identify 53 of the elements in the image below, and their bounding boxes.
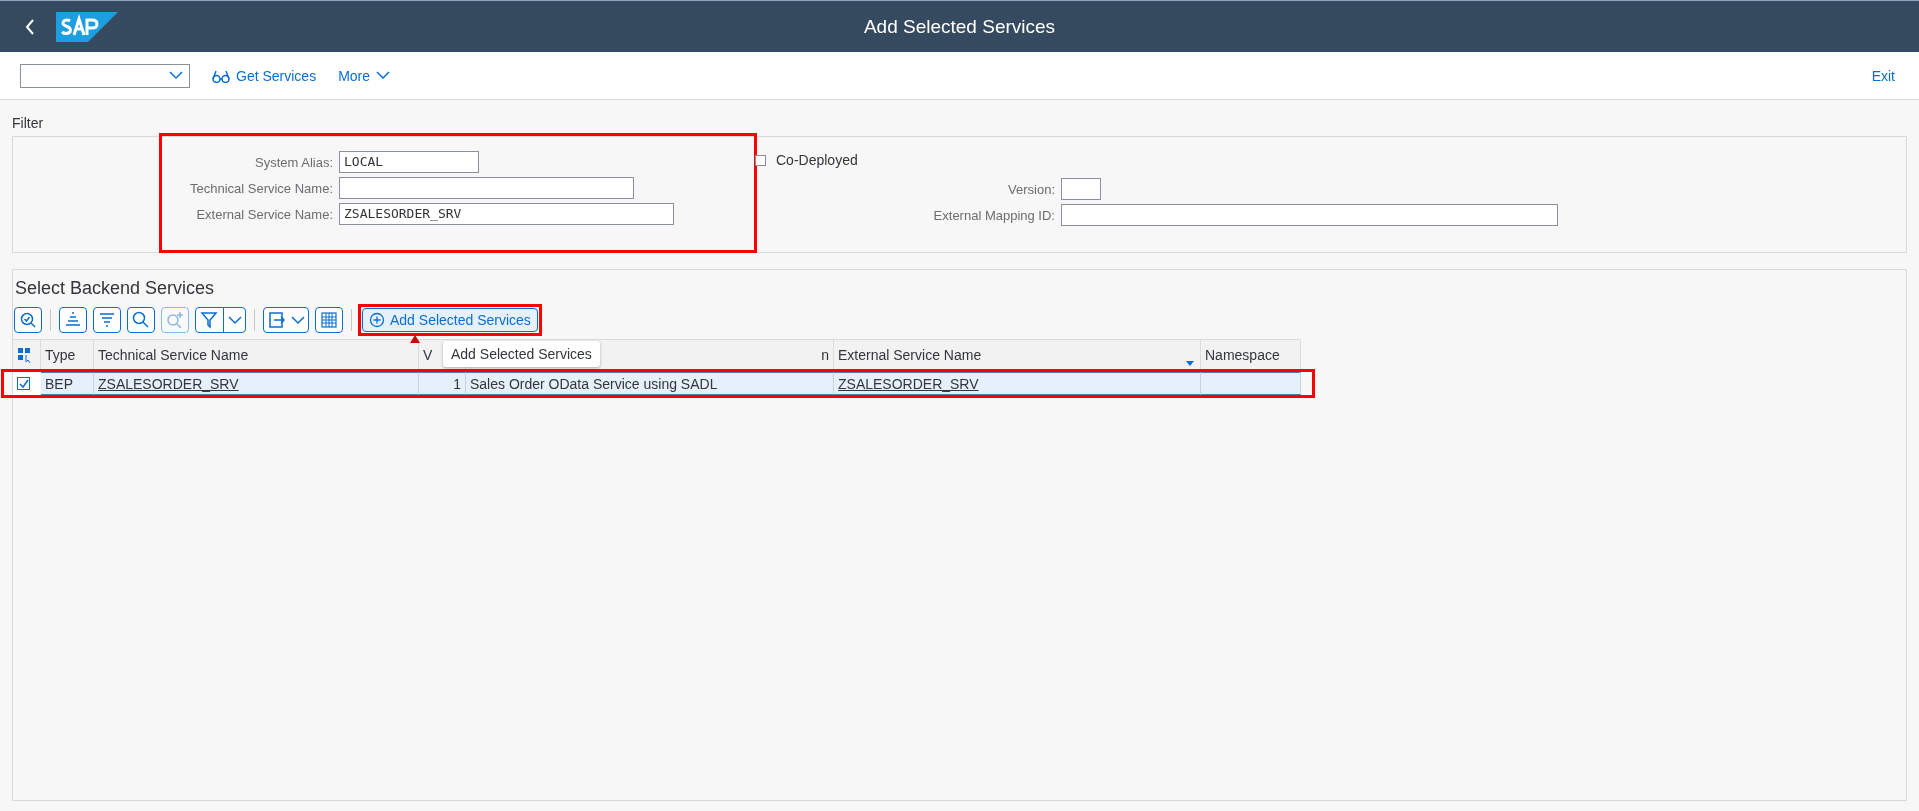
glasses-icon [212, 68, 230, 83]
input-field[interactable]: LOCAL [339, 151, 479, 173]
field-label: System Alias: [253, 154, 333, 170]
input-field[interactable] [339, 177, 634, 199]
row-checkbox[interactable] [17, 377, 30, 390]
search-plus-icon [165, 310, 185, 330]
chevron-down-icon [376, 71, 391, 80]
table-cell: 1 [453, 375, 461, 392]
toolbar-button[interactable] [14, 307, 42, 333]
sap-logo-icon [56, 11, 118, 42]
table-cell: BEP [45, 375, 73, 392]
toolbar-button[interactable] [195, 307, 246, 333]
input-field[interactable]: ZSALESORDER_SRV [339, 203, 674, 225]
chevron-down-icon [169, 71, 183, 80]
toolbar-button[interactable] [263, 307, 309, 333]
toolbar-button[interactable]: Get Services [212, 67, 317, 84]
tooltip: Add Selected Services [443, 341, 600, 367]
filter-icon [199, 310, 219, 330]
input-field[interactable] [1061, 178, 1101, 200]
details-icon [18, 310, 38, 330]
more-menu-button[interactable]: More [338, 67, 391, 84]
sort-descending-icon [97, 310, 117, 330]
dropdown-field[interactable] [20, 63, 190, 88]
toolbar-button[interactable] [127, 307, 155, 333]
grid-icon [319, 310, 339, 330]
sort-indicator-icon [1186, 361, 1194, 366]
chevron-down-icon [228, 315, 242, 325]
pointer-icon [410, 335, 420, 343]
table-cell: Sales Order OData Service using SADL [470, 375, 718, 392]
section-title: Select Backend Services [15, 278, 215, 299]
toolbar-button[interactable] [59, 307, 87, 333]
add-selected-services-button[interactable]: Add Selected Services [362, 308, 538, 332]
checkbox[interactable] [755, 154, 766, 166]
search-icon [131, 310, 151, 330]
exit-link[interactable]: Exit [1871, 67, 1895, 84]
select-all-icon[interactable] [17, 346, 32, 363]
column-header[interactable]: V [423, 346, 433, 363]
field-label: External Mapping ID: [932, 207, 1055, 223]
field-label: Technical Service Name: [188, 180, 333, 196]
toolbar-button[interactable] [93, 307, 121, 333]
add-icon [369, 312, 385, 328]
checkmark-icon [18, 378, 29, 389]
column-header[interactable]: n [821, 346, 829, 363]
table-row[interactable]: BEP ZSALESORDER_SRV 1 Sales Order OData Service using SADL ZSALESORDER_SRV [13, 372, 1312, 395]
chevron-down-icon [291, 315, 305, 325]
export-icon [267, 310, 287, 330]
field-label: External Service Name: [195, 206, 333, 222]
checkbox-label: Co-Deployed [776, 152, 858, 168]
field-label: Version: [1007, 181, 1055, 197]
page-title: Add Selected Services [863, 15, 1056, 37]
section-title: Filter [12, 115, 44, 131]
input-field[interactable] [1061, 204, 1558, 226]
toolbar-button[interactable] [315, 307, 343, 333]
